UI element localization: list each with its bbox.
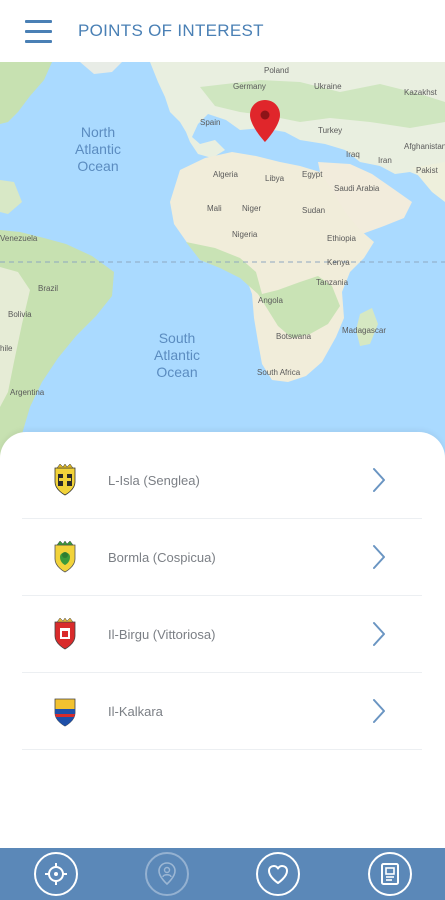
map-label-poland: Poland: [264, 66, 289, 75]
map-label-pakistan: Pakist: [416, 166, 438, 175]
map-label-south-africa: South Africa: [257, 368, 301, 377]
guide-book-icon: [381, 863, 399, 885]
map-label-spain: Spain: [200, 118, 221, 127]
chevron-right-icon: [373, 545, 385, 569]
crosshair-button[interactable]: [34, 852, 78, 896]
poi-panel: L-Isla (Senglea) Bormla (Cospicua) Il-Bi…: [0, 432, 445, 848]
map-label-ethiopia: Ethiopia: [327, 234, 356, 243]
guide-book-button[interactable]: [368, 852, 412, 896]
vittoriosa-crest-icon: [54, 618, 76, 650]
crosshair-icon: [45, 863, 67, 885]
poi-item-cospicua[interactable]: Bormla (Cospicua): [22, 519, 422, 596]
poi-label: L-Isla (Senglea): [108, 472, 200, 488]
map-label-libya: Libya: [265, 174, 285, 183]
app-header: POINTS OF INTEREST: [0, 0, 445, 62]
poi-label: Bormla (Cospicua): [108, 549, 216, 565]
map-label-iraq: Iraq: [346, 150, 360, 159]
map-label-nigeria: Nigeria: [232, 230, 258, 239]
map-label-algeria: Algeria: [213, 170, 238, 179]
map-label-bolivia: Bolivia: [8, 310, 32, 319]
map-label-mali: Mali: [207, 204, 222, 213]
map-label-north-atlantic: North Atlantic Ocean: [75, 124, 121, 174]
heart-icon: [268, 865, 288, 884]
map-label-turkey: Turkey: [318, 126, 343, 135]
cospicua-crest-icon: [54, 541, 76, 573]
poi-item-vittoriosa[interactable]: Il-Birgu (Vittoriosa): [22, 596, 422, 673]
map-canvas: [0, 62, 445, 462]
map-label-south-atlantic: South Atlantic Ocean: [154, 330, 200, 380]
senglea-crest-icon: [54, 464, 76, 496]
map-label-venezuela: Venezuela: [0, 234, 38, 243]
map-label-tanzania: Tanzania: [316, 278, 349, 287]
chevron-right-icon: [373, 699, 385, 723]
poi-item-senglea[interactable]: L-Isla (Senglea): [22, 442, 422, 519]
map-label-germany: Germany: [233, 82, 266, 91]
map-label-botswana: Botswana: [276, 332, 312, 341]
map-label-saudi-arabia: Saudi Arabia: [334, 184, 380, 193]
location-pin-icon[interactable]: [250, 100, 280, 142]
map-label-angola: Angola: [258, 296, 283, 305]
poi-list: L-Isla (Senglea) Bormla (Cospicua) Il-Bi…: [22, 442, 422, 750]
poi-label: Il-Kalkara: [108, 703, 163, 719]
map-view[interactable]: Poland Germany Ukraine Kazakhst Spain Tu…: [0, 62, 445, 462]
chevron-right-icon: [373, 622, 385, 646]
chevron-right-icon: [373, 468, 385, 492]
map-label-madagascar: Madagascar: [342, 326, 387, 335]
poi-label: Il-Birgu (Vittoriosa): [108, 626, 216, 642]
map-label-sudan: Sudan: [302, 206, 326, 215]
map-label-brazil: Brazil: [38, 284, 59, 293]
map-label-iran: Iran: [378, 156, 392, 165]
map-label-afghanistan: Afghanistan: [404, 142, 445, 151]
map-label-niger: Niger: [242, 204, 262, 213]
map-label-chile: hile: [0, 344, 13, 353]
map-label-ukraine: Ukraine: [314, 82, 342, 91]
kalkara-crest-icon: [54, 698, 76, 727]
favorites-button[interactable]: [256, 852, 300, 896]
map-label-kenya: Kenya: [327, 258, 350, 267]
map-label-egypt: Egypt: [302, 170, 323, 179]
hamburger-menu-icon[interactable]: [0, 0, 78, 62]
map-label-kazakhstan: Kazakhst: [404, 88, 437, 97]
poi-item-kalkara[interactable]: Il-Kalkara: [22, 673, 422, 750]
page-title: POINTS OF INTEREST: [78, 21, 264, 40]
bottom-nav-bar: [0, 848, 445, 900]
user-location-button[interactable]: [145, 852, 189, 896]
user-location-icon: [158, 862, 176, 886]
map-label-argentina: Argentina: [10, 388, 45, 397]
